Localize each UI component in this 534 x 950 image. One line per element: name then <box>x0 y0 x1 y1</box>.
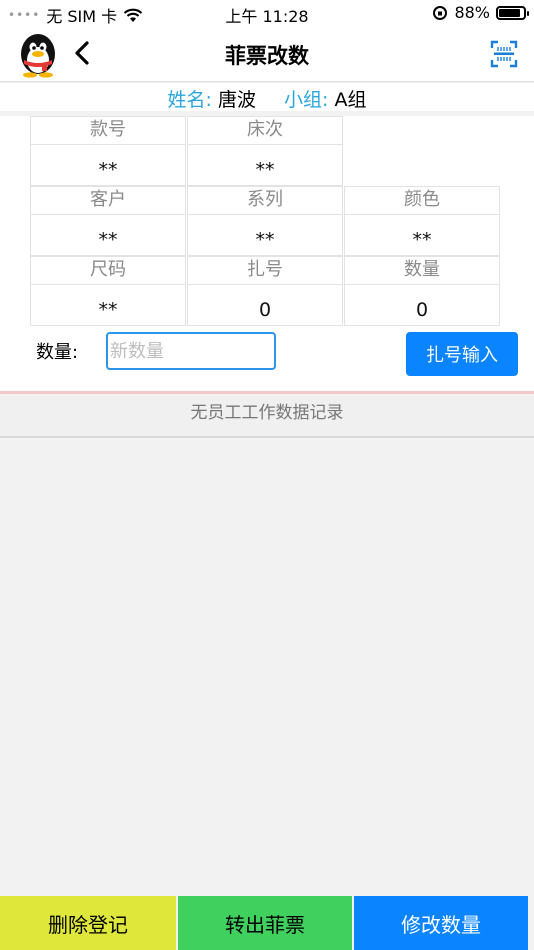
field-value: ** <box>187 144 343 186</box>
group-value: A组 <box>334 89 367 111</box>
status-bar: •••• 无 SIM 卡 上午 11:28 88% <box>0 0 534 26</box>
field-label: 数量 <box>344 256 500 284</box>
orientation-lock-icon <box>433 5 448 20</box>
ticket-info-card: 款号 ** 床次 ** 客户 ** 系列 ** 颜色 ** 尺码 ** 扎号 0… <box>0 116 534 394</box>
field-customer: 客户 ** <box>30 186 186 256</box>
field-label: 扎号 <box>187 256 343 284</box>
worker-info: 姓名: 唐波 小组: A组 <box>0 83 534 111</box>
field-value: ** <box>344 214 500 256</box>
field-label: 客户 <box>30 186 186 214</box>
field-label: 床次 <box>187 116 343 144</box>
field-label: 系列 <box>187 186 343 214</box>
bottom-action-bar: 删除登记 转出菲票 修改数量 <box>0 896 534 950</box>
name-value: 唐波 <box>217 89 256 111</box>
page-title: 菲票改数 <box>225 44 309 68</box>
field-style-no: 款号 ** <box>30 116 186 186</box>
field-label: 颜色 <box>344 186 500 214</box>
field-label: 款号 <box>30 116 186 144</box>
field-value: 0 <box>187 284 343 326</box>
barcode-scan-icon[interactable] <box>490 40 518 68</box>
field-quantity: 数量 0 <box>344 256 500 326</box>
empty-records-message: 无员工工作数据记录 <box>0 396 534 438</box>
name-label: 姓名: <box>167 89 212 111</box>
field-value: ** <box>30 214 186 256</box>
delete-registration-button[interactable]: 删除登记 <box>0 896 176 950</box>
field-series: 系列 ** <box>187 186 343 256</box>
modify-quantity-button[interactable]: 修改数量 <box>354 896 528 950</box>
new-quantity-input[interactable] <box>106 332 276 370</box>
field-color: 颜色 ** <box>344 186 500 256</box>
group-label: 小组: <box>284 89 329 111</box>
field-value: ** <box>30 144 186 186</box>
field-value: ** <box>30 284 186 326</box>
new-quantity-label: 数量: <box>36 342 79 363</box>
field-size: 尺码 ** <box>30 256 186 326</box>
field-bundle-no: 扎号 0 <box>187 256 343 326</box>
field-value: ** <box>187 214 343 256</box>
field-label: 尺码 <box>30 256 186 284</box>
status-right: 88% <box>432 3 529 22</box>
nav-bar: 菲票改数 <box>0 26 534 82</box>
transfer-ticket-button[interactable]: 转出菲票 <box>178 896 352 950</box>
field-bed-no: 床次 ** <box>187 116 343 186</box>
battery-icon <box>496 5 529 20</box>
bundle-input-button[interactable]: 扎号输入 <box>406 332 518 376</box>
battery-percent: 88% <box>454 3 490 22</box>
field-value: 0 <box>344 284 500 326</box>
